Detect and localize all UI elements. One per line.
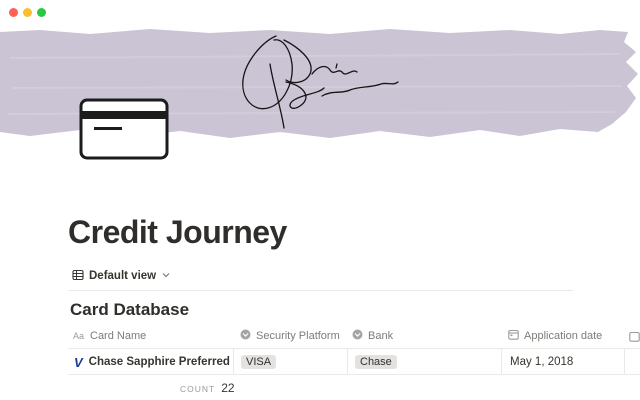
- calendar-icon: [508, 329, 519, 343]
- cell-overflow[interactable]: [624, 349, 640, 375]
- column-header-security-platform[interactable]: Security Platform: [240, 323, 340, 349]
- table-header: Aa Card Name Security Platform Bank Appl…: [68, 323, 640, 349]
- count-label: COUNT: [180, 384, 216, 394]
- row-count[interactable]: COUNT 22: [180, 381, 235, 395]
- bank-tag: Chase: [355, 355, 397, 369]
- column-header-application-date[interactable]: Application date: [508, 323, 602, 349]
- close-window-button[interactable]: [9, 8, 18, 17]
- cell-application-date[interactable]: May 1, 2018: [501, 349, 573, 375]
- table-row[interactable]: V Chase Sapphire Preferred VISA Chase Ma…: [68, 349, 640, 375]
- cell-security-platform[interactable]: VISA: [233, 349, 277, 375]
- text-icon: Aa: [73, 330, 85, 343]
- visa-logo-icon: V: [74, 354, 83, 370]
- view-divider: [68, 290, 573, 291]
- database-title[interactable]: Card Database: [70, 300, 189, 320]
- svg-text:Aa: Aa: [73, 331, 84, 340]
- column-header-card-name[interactable]: Aa Card Name: [73, 323, 146, 349]
- count-value: 22: [221, 381, 235, 395]
- page-title[interactable]: Credit Journey: [68, 214, 287, 251]
- column-header-overflow-icon[interactable]: [629, 323, 640, 349]
- cell-bank[interactable]: Chase: [347, 349, 397, 375]
- chevron-down-icon: [161, 270, 171, 283]
- select-icon: [240, 329, 251, 343]
- column-header-bank[interactable]: Bank: [352, 323, 393, 349]
- view-switcher[interactable]: Default view: [72, 267, 171, 285]
- credit-card-icon[interactable]: [78, 97, 170, 161]
- window-titlebar: [0, 0, 640, 28]
- minimize-window-button[interactable]: [23, 8, 32, 17]
- table-icon: [72, 269, 84, 284]
- zoom-window-button[interactable]: [37, 8, 46, 17]
- select-icon: [352, 329, 363, 343]
- cell-card-name[interactable]: V Chase Sapphire Preferred: [74, 349, 230, 375]
- security-platform-tag: VISA: [241, 355, 277, 369]
- view-label: Default view: [89, 270, 157, 282]
- card-database-table: Aa Card Name Security Platform Bank Appl…: [68, 323, 640, 375]
